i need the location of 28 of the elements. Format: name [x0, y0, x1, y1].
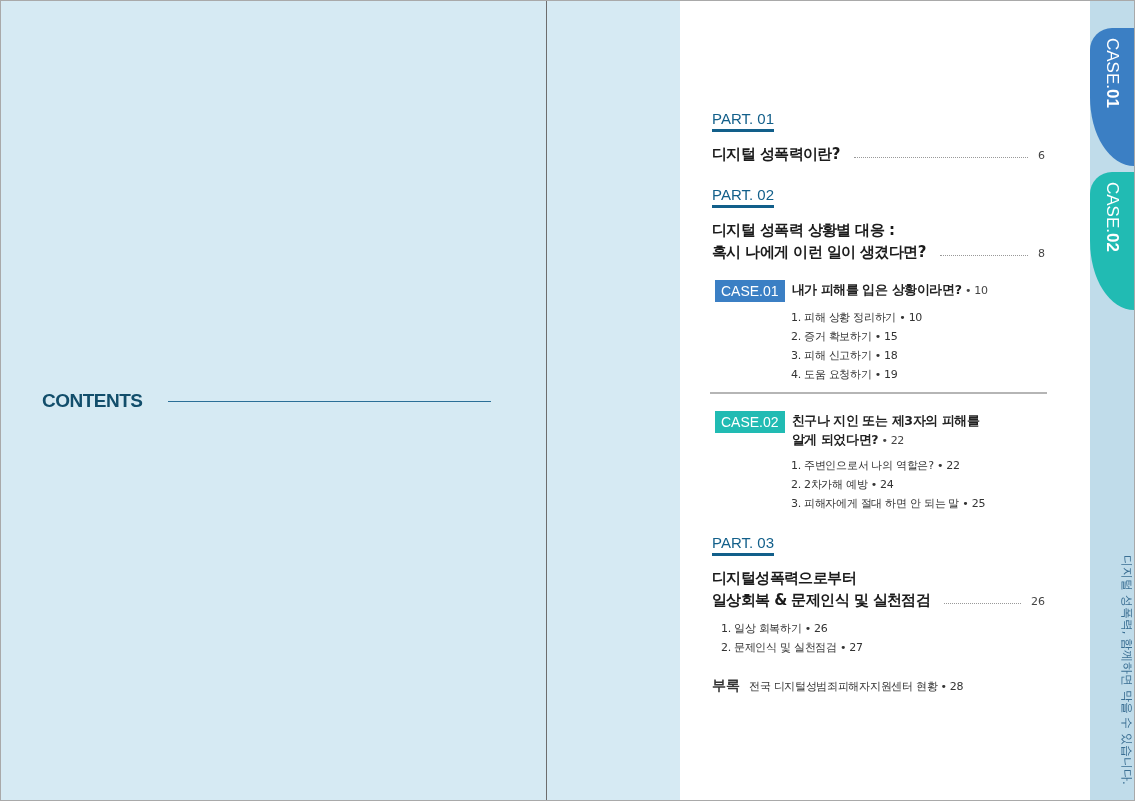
toc-entry: 1. 주변인으로서 나의 역할은? • 22: [791, 458, 961, 474]
page-number: 26: [1031, 595, 1045, 610]
case-badge: CASE.01: [715, 280, 785, 302]
case-title: 친구나 지인 또는 제3자의 피해를 알게 되었다면? • 22: [791, 412, 980, 449]
toc-entry: 2. 증거 확보하기 • 15: [791, 329, 899, 345]
case-title: 내가 피해를 입은 상황이라면? • 10: [791, 281, 988, 299]
toc-entry: 3. 피해 신고하기 • 18: [791, 348, 899, 364]
side-tab[interactable]: CASE.01: [1090, 28, 1134, 166]
toc-entry: 1. 피해 상황 정리하기 • 10: [791, 310, 924, 326]
toc-entry: 4. 도움 요청하기 • 19: [791, 367, 899, 383]
side-caption: 디지털 성폭력, 함께하면 막을 수 있습니다.: [1119, 555, 1134, 785]
case-badge: CASE.02: [715, 411, 785, 433]
part-title: 디지털성폭력으로부터 일상회복 & 문제인식 및 실천점검: [712, 568, 931, 611]
contents-heading: CONTENTS: [42, 390, 143, 412]
part-title: 디지털 성폭력이란?: [712, 144, 840, 165]
toc-entry: 전국 디지털성범죄피해자지원센터 현황 • 28: [749, 679, 964, 694]
page-number: 6: [1038, 149, 1045, 164]
part-label: PART. 01: [712, 110, 774, 132]
side-tab[interactable]: CASE.02: [1090, 172, 1134, 310]
toc-entry: 2. 2차가해 예방 • 24: [791, 477, 895, 493]
part-label: PART. 03: [712, 534, 774, 556]
part-label: PART. 02: [712, 186, 774, 208]
toc-entry: 1. 일상 회복하기 • 26: [721, 621, 829, 637]
toc-entry: 3. 피해자에게 절대 하면 안 되는 말 • 25: [791, 496, 987, 512]
part-title: 디지털 성폭력 상황별 대응 : 혹시 나에게 이런 일이 생겼다면?: [712, 220, 926, 263]
appendix-label: 부록: [712, 677, 740, 695]
page-number: 8: [1038, 247, 1045, 262]
toc-entry: 2. 문제인식 및 실천점검 • 27: [721, 640, 864, 656]
